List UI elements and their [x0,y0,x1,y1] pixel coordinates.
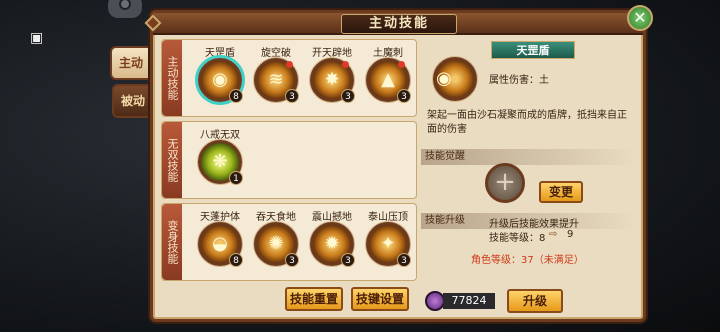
close-button[interactable]: ✕ [627,5,653,31]
skill-name: 旋空破 [261,48,291,59]
active-skills-section: 主动技能 天罡盾 ◉ 8 旋空破 ≋ 3 开天辟地 ✸ 3 土魔刺 ▲ 3 [161,39,417,117]
ultimate-skills-section: 无双技能 八戒无双 ❋ 1 [161,121,417,199]
devour-skill-icon[interactable]: ✺ 3 [254,222,299,267]
mountain-press-skill-icon[interactable]: ✦ 3 [366,222,411,267]
skill-item[interactable]: 土魔刺 ▲ 3 [360,44,416,103]
earth-spike-skill-icon[interactable]: ▲ 3 [366,58,411,103]
skill-item[interactable]: 吞天食地 ✺ 3 [248,208,304,267]
title-bar: 主动技能 [144,13,643,35]
quake-skill-icon[interactable]: ✹ 3 [310,222,355,267]
earth-split-skill-icon[interactable]: ✸ 3 [310,58,355,103]
skill-name: 泰山压顶 [368,212,408,223]
skill-name: 震山撼地 [312,212,352,223]
key-settings-button[interactable]: 技键设置 [351,287,409,311]
currency-amount: 77824 [443,293,495,309]
skill-item[interactable]: 旋空破 ≋ 3 [248,44,304,103]
change-button[interactable]: 变更 [539,181,583,203]
skill-item[interactable]: 泰山压顶 ✦ 3 [360,208,416,267]
transform-skills-section: 变身技能 天蓬护体 ◒ 8 吞天食地 ✺ 3 震山撼地 ✹ 3 泰山压顶 ✦ 3 [161,203,417,281]
status-icon: ▣ [30,30,44,46]
skill-detail-pane: 天罡盾 ◉ 属性伤害：土 架起一面由沙石凝聚而成的盾牌，抵挡来自正面的伤害 技能… [421,37,637,289]
section-label: 主动技能 [162,40,182,116]
skill-attribute: 属性伤害：土 [489,75,549,86]
page-title: 主动技能 [341,14,457,34]
arrow-right-icon: ⇨ [549,229,558,240]
skill-name: 吞天食地 [256,212,296,223]
skill-item[interactable]: 天蓬护体 ◒ 8 [192,208,248,267]
upgrade-effect: 升级后技能效果提升 [489,219,579,230]
level-to: 9 [567,229,574,240]
awaken-header: 技能觉醒 [421,149,637,165]
skill-description: 架起一面由沙石凝聚而成的盾牌，抵挡来自正面的伤害 [427,110,627,135]
skill-name: 八戒无双 [200,130,240,141]
body-guard-skill-icon[interactable]: ◒ 8 [198,222,243,267]
tab-passive-skills[interactable]: 被动 [112,84,152,118]
gem-currency-icon [425,291,445,311]
tab-active-skills[interactable]: 主动 [110,46,150,80]
floating-pill[interactable] [108,0,142,18]
skill-name: 天罡盾 [205,48,235,59]
shield-skill-icon[interactable]: ◉ 8 [198,58,243,103]
detail-skill-icon: ◉ [433,57,477,101]
reset-skills-button[interactable]: 技能重置 [285,287,343,311]
level-from: 技能等级：8 [489,233,546,244]
skill-item[interactable]: 震山撼地 ✹ 3 [304,208,360,267]
skill-name: 天蓬护体 [200,212,240,223]
skill-detail-name: 天罡盾 [491,41,575,59]
skill-item[interactable]: 天罡盾 ◉ 8 [192,44,248,103]
section-label: 无双技能 [162,122,182,198]
whirlwind-skill-icon[interactable]: ≋ 3 [254,58,299,103]
skill-panel: 主动技能 ✕ 主动技能 天罡盾 ◉ 8 旋空破 ≋ 3 开天辟地 ✸ 3 土魔刺 ▲ 3… [144,5,653,322]
skill-item[interactable]: 开天辟地 ✸ 3 [304,44,360,103]
ultimate-skill-icon[interactable]: ❋ 1 [198,140,243,185]
section-label: 变身技能 [162,204,182,280]
awaken-slot-plus-icon[interactable]: + [485,163,525,203]
upgrade-button[interactable]: 升级 [507,289,563,313]
skill-item[interactable]: 八戒无双 ❋ 1 [192,126,248,185]
skill-name: 开天辟地 [312,48,352,59]
role-level-requirement: 角色等级：37（未满足） [471,255,584,266]
skill-name: 土魔刺 [373,48,403,59]
